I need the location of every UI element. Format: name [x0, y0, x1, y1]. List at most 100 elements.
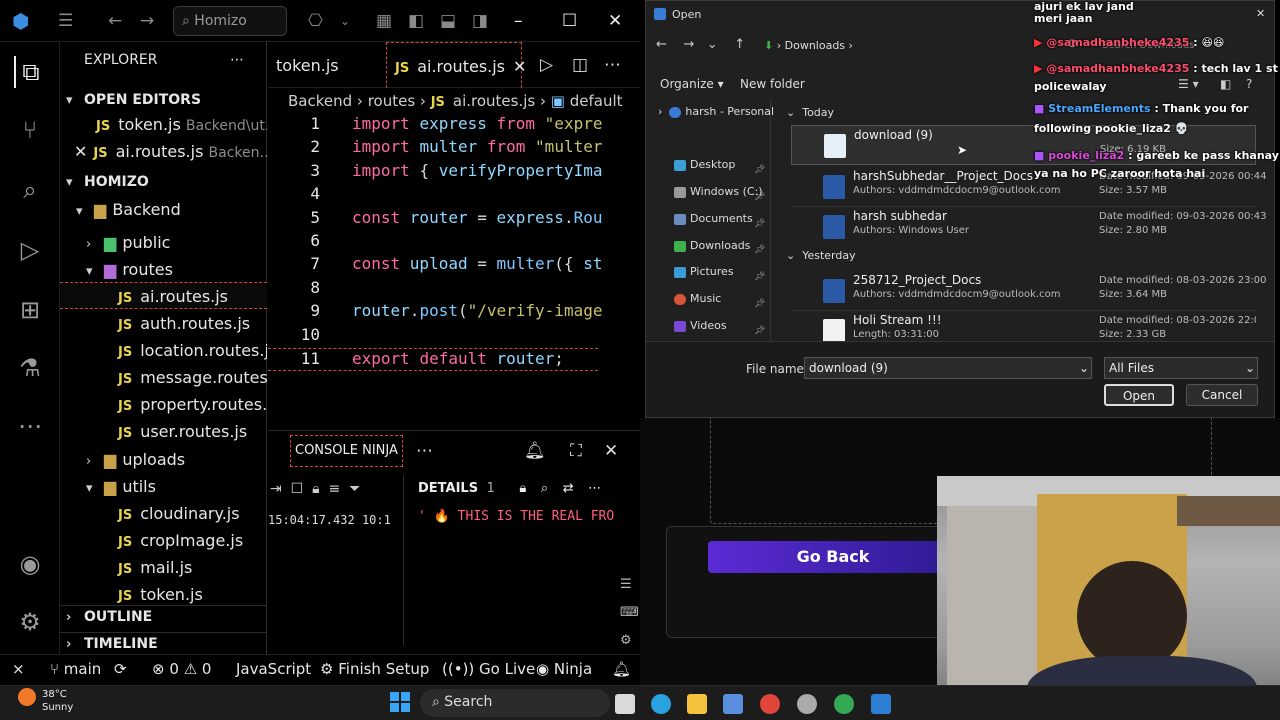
- more-actions-icon[interactable]: ⋯: [588, 481, 601, 496]
- chevron-down-icon[interactable]: ⌄: [1079, 361, 1089, 375]
- branch-indicator[interactable]: ⑂ main: [50, 660, 101, 678]
- code-line[interactable]: 2 import multer from "multer: [268, 137, 640, 160]
- vscode-icon[interactable]: [871, 694, 891, 714]
- search-icon[interactable]: ⌕: [14, 174, 46, 206]
- file-item[interactable]: JS user.routes.js: [60, 422, 267, 449]
- more-icon[interactable]: ⋯: [14, 410, 46, 442]
- nav-item-music[interactable]: Music: [674, 292, 721, 305]
- breadcrumb-item[interactable]: routes: [368, 92, 415, 110]
- sync-icon[interactable]: ⟳: [114, 660, 127, 678]
- file-item[interactable]: Holi Stream !!! Length: 03:31:00 Date mo…: [791, 311, 1256, 341]
- obs-icon[interactable]: [797, 694, 817, 714]
- notifications-bell-icon[interactable]: 🔔︎: [524, 441, 546, 461]
- run-icon[interactable]: ▷: [540, 55, 553, 75]
- organize-menu[interactable]: Organize ▾: [660, 77, 724, 91]
- back-arrow-icon[interactable]: ←: [108, 11, 122, 31]
- file-name-input[interactable]: download (9) ⌄: [804, 357, 1092, 379]
- file-item[interactable]: JS auth.routes.js: [60, 314, 267, 341]
- folder-public[interactable]: › ▆ public: [60, 233, 267, 260]
- close-panel-icon[interactable]: ✕: [604, 441, 618, 461]
- tab-token-js[interactable]: token.js: [268, 42, 382, 88]
- pin-icon[interactable]: 📌︎: [754, 157, 765, 184]
- store-icon[interactable]: [723, 694, 743, 714]
- filter-icon[interactable]: ⏷: [349, 481, 360, 497]
- account-icon[interactable]: ◉: [14, 548, 46, 580]
- file-item[interactable]: JS cloudinary.js: [60, 504, 267, 531]
- close-icon[interactable]: ✕: [74, 142, 87, 161]
- copilot-icon[interactable]: ⎔: [308, 11, 323, 31]
- forward-arrow-icon[interactable]: →: [683, 37, 694, 52]
- tab-ai-routes-js[interactable]: JS ai.routes.js ✕: [386, 42, 526, 88]
- code-line[interactable]: 1 import express from "expre: [268, 114, 640, 137]
- open-editor-item[interactable]: JS token.js Backend\ut...: [60, 115, 267, 142]
- group-header-today[interactable]: ⌄ Today: [786, 106, 834, 119]
- code-line[interactable]: 4: [268, 184, 640, 207]
- preview-pane-icon[interactable]: ◧: [1220, 77, 1231, 91]
- windows-start-icon[interactable]: [390, 692, 410, 712]
- project-section[interactable]: ▾ HOMIZO: [60, 174, 267, 201]
- run-debug-icon[interactable]: ▷: [14, 234, 46, 266]
- go-live[interactable]: ((•)) Go Live: [442, 660, 535, 678]
- folder-uploads[interactable]: › ▆ uploads: [60, 450, 267, 477]
- file-item[interactable]: JS message.routes.js: [60, 368, 267, 395]
- list-icon[interactable]: ☰: [620, 571, 639, 599]
- problems-indicator[interactable]: ⊗ 0 ⚠ 0: [152, 660, 211, 678]
- new-folder-button[interactable]: New folder: [740, 77, 805, 91]
- chevron-down-icon[interactable]: ⌄: [340, 14, 350, 28]
- code-line[interactable]: 9 router.post("/verify-image: [268, 301, 640, 324]
- code-line[interactable]: 7 const upload = multer({ st: [268, 254, 640, 277]
- code-editor[interactable]: 1 import express from "expre 2 import multe…: [268, 114, 640, 374]
- toggle-panel-icon[interactable]: ⬓: [440, 11, 456, 31]
- pin-icon[interactable]: 📌︎: [754, 237, 765, 264]
- close-window-icon[interactable]: ✕: [608, 11, 622, 31]
- file-item[interactable]: JS mail.js: [60, 558, 267, 585]
- ninja-status[interactable]: ◉ Ninja: [536, 660, 592, 678]
- menu-icon[interactable]: ☰: [58, 11, 73, 31]
- language-mode[interactable]: JavaScript: [236, 660, 311, 678]
- more-actions-icon[interactable]: ⋯: [230, 52, 244, 68]
- file-item[interactable]: JS ai.routes.js: [60, 282, 267, 309]
- taskbar-search[interactable]: ⌕ Search: [420, 689, 610, 717]
- file-type-select[interactable]: All Files ⌄: [1104, 357, 1258, 379]
- breadcrumb-item[interactable]: default: [570, 92, 623, 110]
- source-control-icon[interactable]: ⑂: [14, 114, 46, 146]
- code-line[interactable]: 6: [268, 231, 640, 254]
- up-arrow-icon[interactable]: ↑: [734, 37, 745, 52]
- nav-item-onedrive[interactable]: › harsh - Personal: [658, 105, 774, 118]
- back-arrow-icon[interactable]: ←: [656, 37, 667, 52]
- testing-icon[interactable]: ⚗: [14, 352, 46, 384]
- extensions-icon[interactable]: ⊞: [14, 294, 46, 326]
- list-icon[interactable]: ≡: [328, 481, 340, 497]
- address-bar[interactable]: ⬇ › Downloads ›: [764, 35, 1064, 57]
- file-item[interactable]: harsh subhedar Authors: Windows User Dat…: [791, 207, 1267, 247]
- maximize-panel-icon[interactable]: ⛶: [570, 441, 582, 461]
- pin-icon[interactable]: 📌︎: [754, 184, 765, 211]
- code-line[interactable]: 5 const router = express.Rou: [268, 208, 640, 231]
- code-line[interactable]: 10: [268, 325, 640, 348]
- edge-browser-icon[interactable]: [651, 694, 671, 714]
- pin-icon[interactable]: 📌︎: [754, 291, 765, 318]
- explorer-icon[interactable]: ⧉: [14, 56, 46, 88]
- finish-setup[interactable]: ⚙ Finish Setup: [320, 660, 429, 678]
- maximize-icon[interactable]: ☐: [562, 11, 577, 31]
- weather-icon[interactable]: [18, 688, 36, 706]
- toggle-sidebar-icon[interactable]: ◧: [408, 11, 424, 31]
- checkbox-icon[interactable]: ☐: [291, 481, 304, 497]
- outline-section[interactable]: › OUTLINE: [60, 605, 267, 632]
- code-line[interactable]: 11 export default router;: [268, 348, 598, 372]
- group-header-yesterday[interactable]: ⌄ Yesterday: [786, 249, 856, 262]
- lock-icon[interactable]: 🔒︎: [312, 481, 319, 497]
- code-line[interactable]: 8: [268, 278, 640, 301]
- file-item[interactable]: JS cropImage.js: [60, 531, 267, 558]
- cancel-button[interactable]: Cancel: [1186, 384, 1258, 406]
- help-icon[interactable]: ?: [1246, 77, 1252, 91]
- breadcrumb-item[interactable]: ai.routes.js: [453, 92, 535, 110]
- nav-item-windows-c[interactable]: Windows (C:): [674, 185, 763, 198]
- go-back-button[interactable]: Go Back: [708, 541, 958, 573]
- pin-icon[interactable]: 📌︎: [754, 211, 765, 238]
- view-options-icon[interactable]: ☰ ▾: [1178, 77, 1199, 91]
- nav-item-pictures[interactable]: Pictures: [674, 265, 734, 278]
- file-explorer-icon[interactable]: [687, 694, 707, 714]
- lock-icon[interactable]: 🔒︎: [519, 481, 526, 496]
- nav-item-videos[interactable]: Videos: [674, 319, 727, 332]
